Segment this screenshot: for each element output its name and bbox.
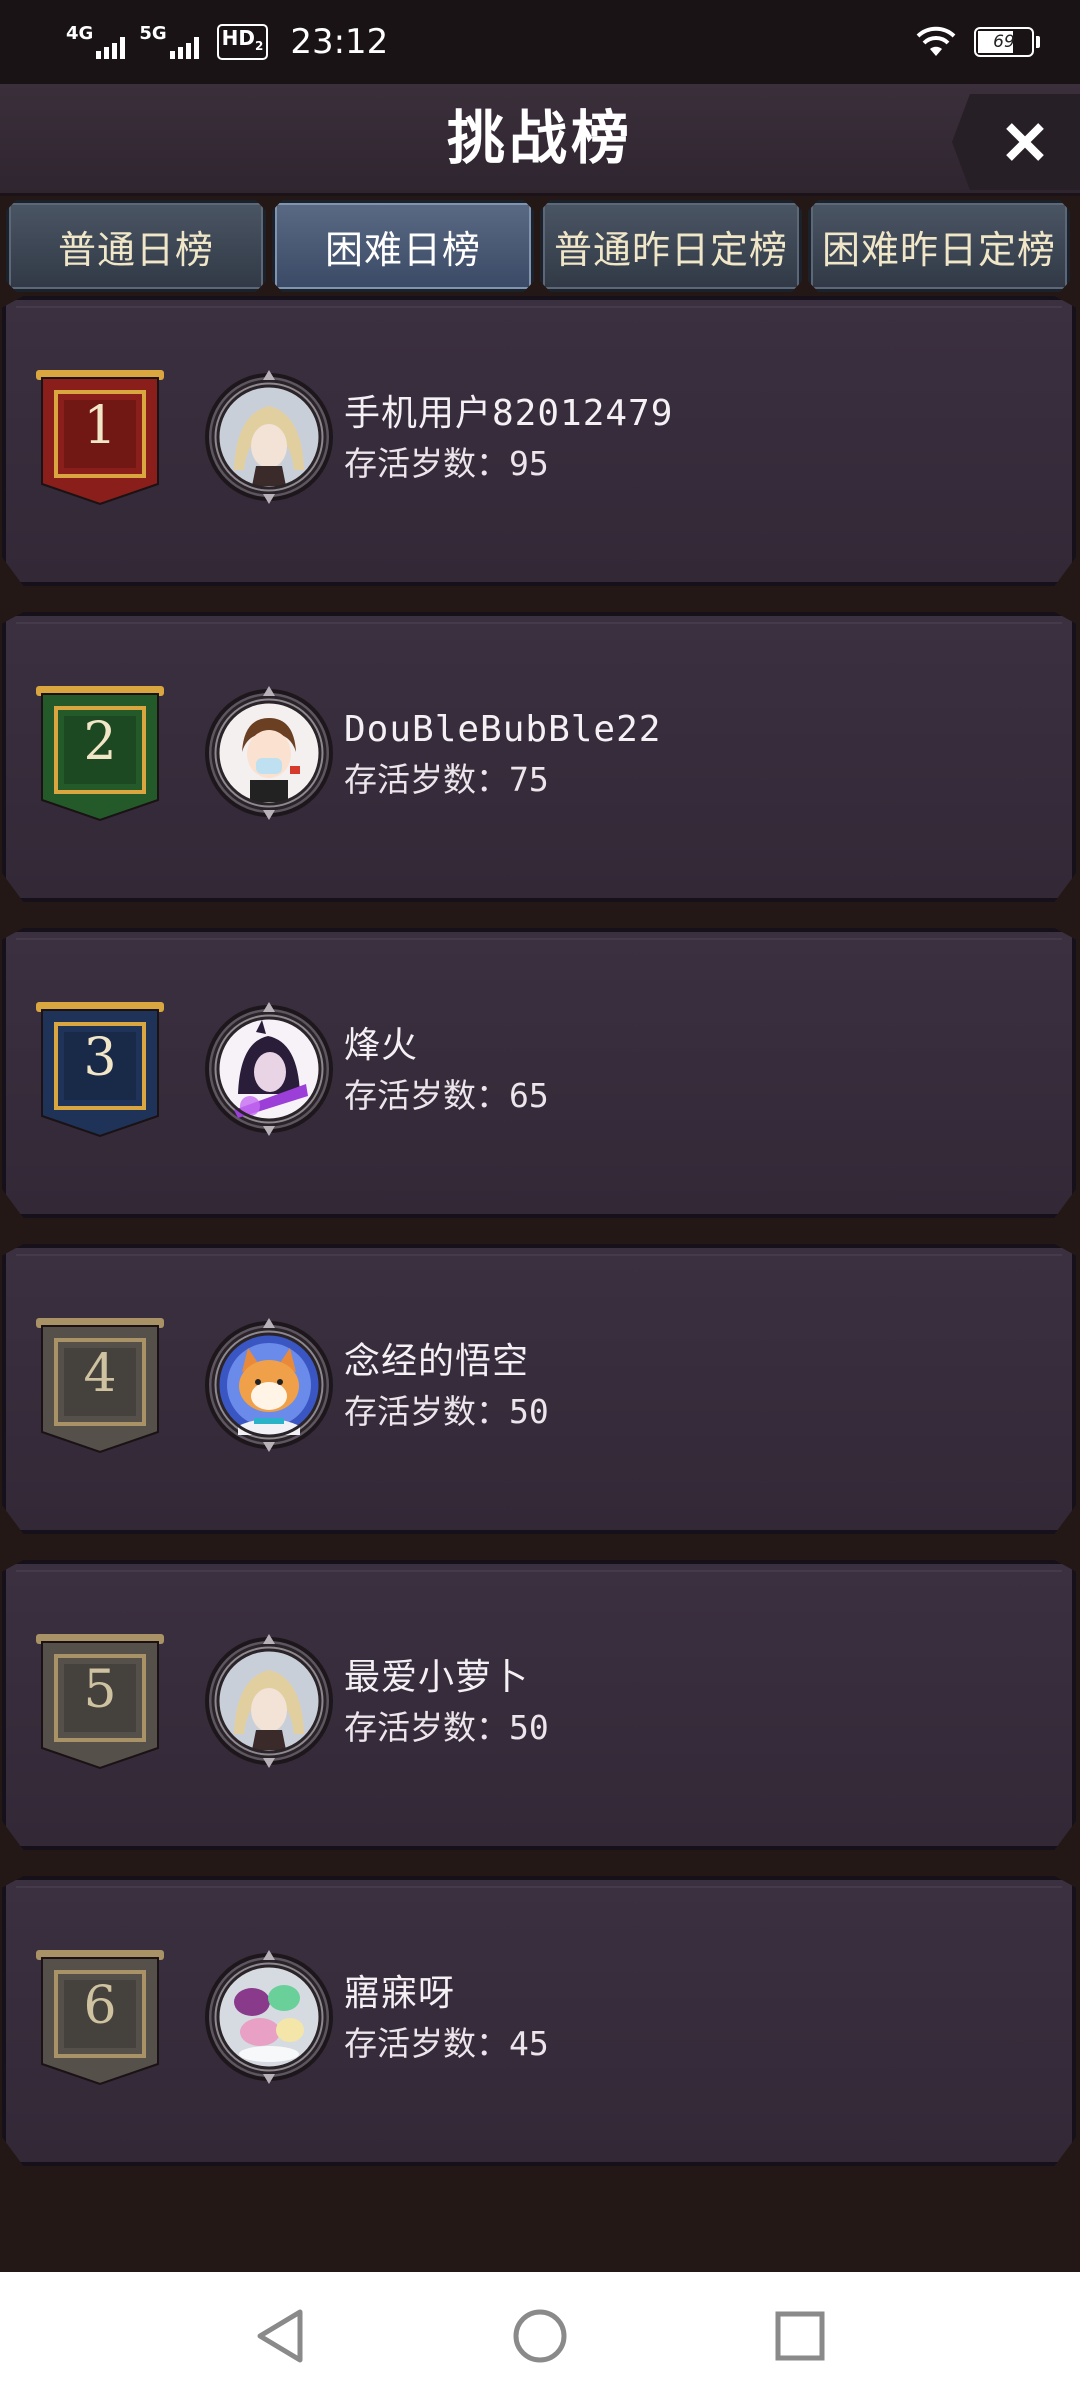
rank-banner-icon: 5 <box>34 1632 166 1772</box>
survival-age: 存活岁数：50 <box>344 1392 549 1432</box>
survival-age-value: 50 <box>509 1392 549 1431</box>
rank-banner-icon: 3 <box>34 1000 166 1140</box>
tab-normal-yesterday-final[interactable]: 普通昨日定榜 <box>540 200 802 292</box>
rank-number: 5 <box>83 1660 117 1720</box>
leaderboard-entry[interactable]: 2 DouBleBubBle22 存活岁数：75 <box>2 612 1076 902</box>
rank-number: 3 <box>83 1028 117 1088</box>
survival-age-value: 75 <box>509 760 549 799</box>
recents-square-icon <box>775 2311 825 2361</box>
back-triangle-icon <box>257 2309 303 2363</box>
player-name: DouBleBubBle22 <box>344 709 662 750</box>
tab-hard-yesterday-final[interactable]: 困难昨日定榜 <box>808 200 1070 292</box>
recents-button[interactable] <box>760 2296 840 2376</box>
survival-age-label: 存活岁数： <box>344 1076 509 1115</box>
survival-age-value: 65 <box>509 1076 549 1115</box>
rank-number: 6 <box>83 1976 117 2036</box>
player-name: 最爱小萝卜 <box>344 1657 530 1698</box>
survival-age-value: 95 <box>509 444 549 483</box>
close-button[interactable] <box>952 94 1080 190</box>
avatar[interactable] <box>198 1946 340 2088</box>
survival-age-value: 50 <box>509 1708 549 1747</box>
close-icon <box>1006 123 1044 161</box>
survival-age-label: 存活岁数： <box>344 2024 509 2063</box>
player-name: 念经的悟空 <box>344 1341 530 1382</box>
battery-tip <box>1036 36 1040 48</box>
page-title: 挑战榜 <box>446 104 633 172</box>
home-button[interactable] <box>500 2296 580 2376</box>
survival-age: 存活岁数：50 <box>344 1708 549 1748</box>
network-type-1: 4G <box>66 23 94 44</box>
survival-age-label: 存活岁数： <box>344 1392 509 1431</box>
battery-icon: 69 <box>974 27 1034 57</box>
survival-age-value: 45 <box>509 2024 549 2063</box>
rank-banner-icon: 6 <box>34 1948 166 2088</box>
avatar[interactable] <box>198 998 340 1140</box>
avatar[interactable] <box>198 1314 340 1456</box>
survival-age-label: 存活岁数： <box>344 760 509 799</box>
status-time: 23:12 <box>290 22 389 62</box>
tab-bar: 普通日榜 困难日榜 普通昨日定榜 困难昨日定榜 <box>0 200 1080 296</box>
battery-percent: 69 <box>993 32 1015 52</box>
avatar[interactable] <box>198 1630 340 1772</box>
avatar[interactable] <box>198 366 340 508</box>
rank-banner-icon: 4 <box>34 1316 166 1456</box>
player-name: 寤寐呀 <box>344 1973 456 2014</box>
tab-hard-daily[interactable]: 困难日榜 <box>272 200 534 292</box>
leaderboard-entry[interactable]: 1 手机用户82012479 存活岁数：95 <box>2 296 1076 586</box>
rank-banner-icon: 2 <box>34 684 166 824</box>
survival-age: 存活岁数：95 <box>344 444 549 484</box>
avatar[interactable] <box>198 682 340 824</box>
rank-banner-icon: 1 <box>34 368 166 508</box>
player-name: 手机用户82012479 <box>344 393 674 434</box>
survival-age-label: 存活岁数： <box>344 1708 509 1747</box>
survival-age: 存活岁数：45 <box>344 2024 549 2064</box>
navigation-bar <box>0 2272 1080 2400</box>
header: 挑战榜 <box>0 84 1080 196</box>
rank-number: 2 <box>83 712 117 772</box>
rank-number: 4 <box>83 1344 117 1404</box>
wifi-icon <box>916 26 956 56</box>
status-bar: 4G 5G HD2 23:12 69 <box>0 0 1080 84</box>
signal-5g-icon: 5G <box>139 23 199 59</box>
survival-age: 存活岁数：65 <box>344 1076 549 1116</box>
survival-age-label: 存活岁数： <box>344 444 509 483</box>
network-type-2: 5G <box>139 23 167 44</box>
survival-age: 存活岁数：75 <box>344 760 549 800</box>
hd-voice-icon: HD2 <box>216 24 269 60</box>
player-name: 烽火 <box>344 1025 419 1066</box>
leaderboard-entry[interactable]: 4 念经的悟空存活岁数：50 <box>2 1244 1076 1534</box>
leaderboard-entry[interactable]: 5 最爱小萝卜存活岁数：50 <box>2 1560 1076 1850</box>
back-button[interactable] <box>240 2296 320 2376</box>
leaderboard-entry[interactable]: 6 寤寐呀存活岁数：45 <box>2 1876 1076 2166</box>
leaderboard-entry[interactable]: 3 烽火存活岁数：65 <box>2 928 1076 1218</box>
rank-number: 1 <box>83 396 117 456</box>
tab-normal-daily[interactable]: 普通日榜 <box>6 200 266 292</box>
signal-4g-icon: 4G <box>66 23 126 59</box>
home-circle-icon <box>513 2309 567 2363</box>
